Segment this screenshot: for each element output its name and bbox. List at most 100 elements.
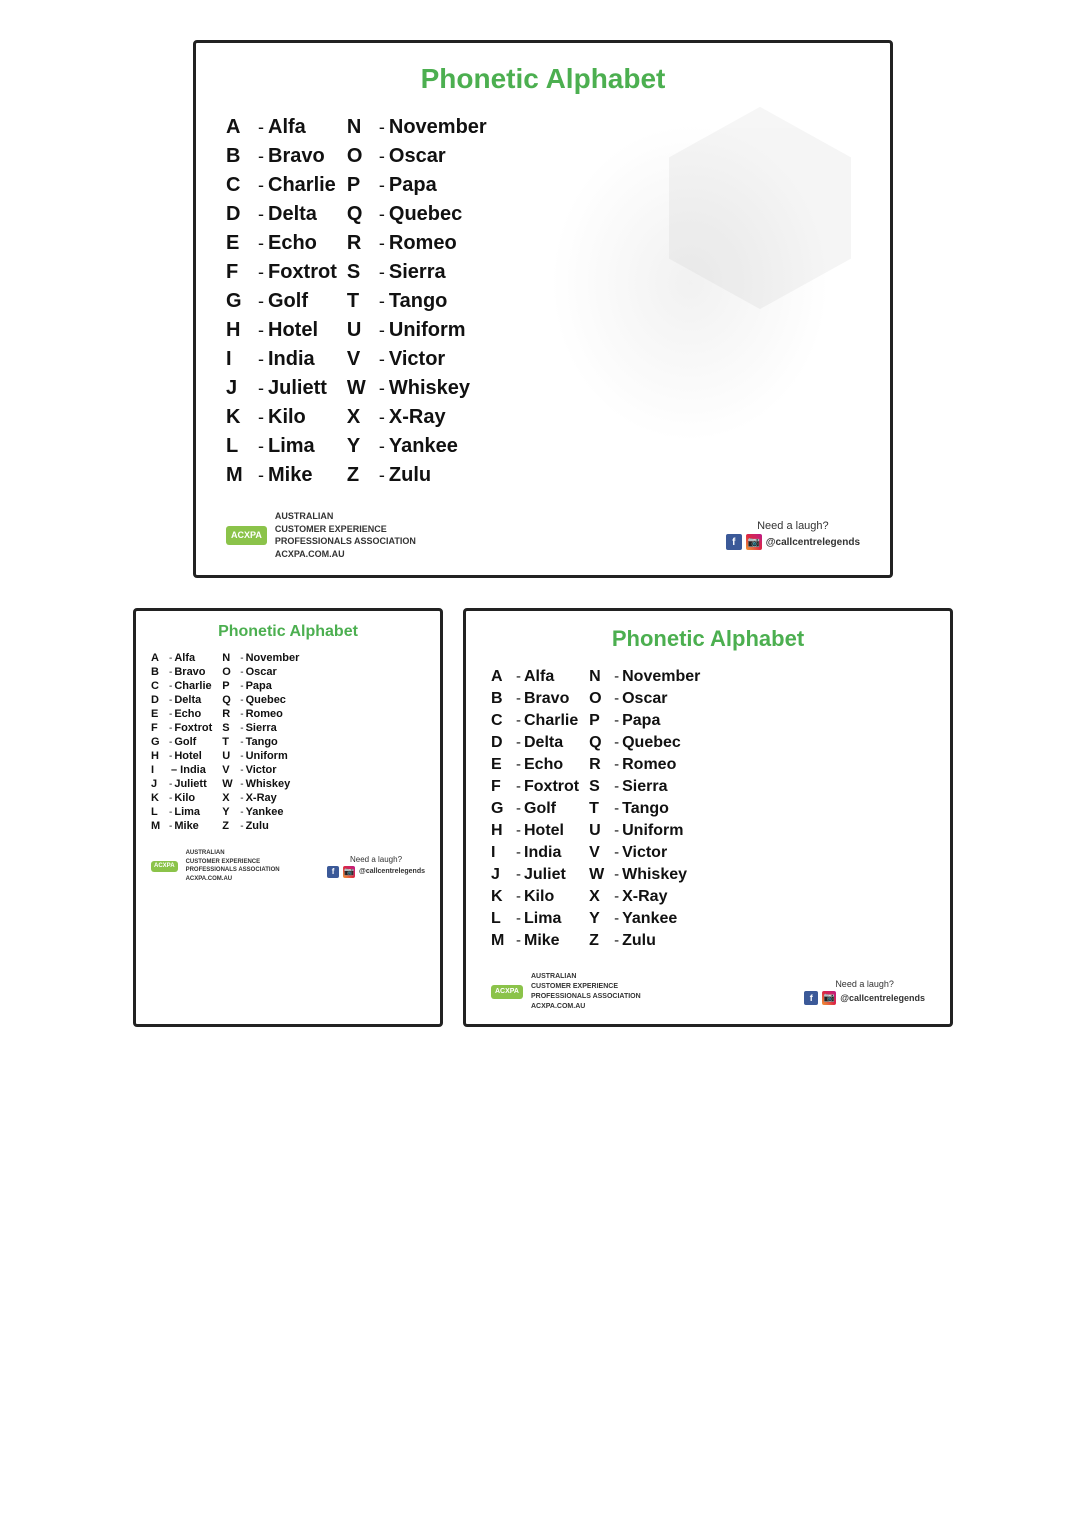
alpha-dash: -	[240, 695, 243, 706]
alpha-word: X-Ray	[622, 888, 667, 906]
social-section: Need a laugh? f 📷 @callcentrelegends	[726, 520, 860, 550]
alpha-dash: -	[169, 723, 172, 734]
alpha-dash: -	[169, 653, 172, 664]
list-item: D - Delta	[226, 200, 337, 229]
list-item: B - Bravo	[491, 688, 579, 710]
list-item: Z - Zulu	[347, 461, 487, 490]
alpha-letter: A	[491, 668, 513, 686]
list-item: I– India	[151, 763, 212, 777]
alpha-word: Lima	[524, 910, 561, 928]
alpha-dash: -	[379, 233, 385, 254]
alpha-letter: R	[589, 756, 611, 774]
alpha-word: November	[246, 652, 300, 664]
list-item: N - November	[347, 113, 487, 142]
alpha-word: Alfa	[174, 652, 195, 664]
alpha-dash: -	[258, 233, 264, 254]
alpha-dash: -	[516, 756, 521, 773]
alpha-word: Victor	[246, 764, 277, 776]
alpha-letter: B	[491, 690, 513, 708]
alpha-letter: C	[151, 680, 167, 692]
small-social-handle: @callcentrelegends	[359, 868, 425, 875]
small-card-footer: ACXPA AUSTRALIANCUSTOMER EXPERIENCEPROFE…	[151, 841, 425, 883]
alpha-letter: T	[347, 290, 375, 313]
alpha-letter: O	[347, 145, 375, 168]
list-item: B - Bravo	[151, 665, 212, 679]
alpha-dash: -	[379, 378, 385, 399]
alpha-dash: -	[516, 734, 521, 751]
alpha-letter: U	[589, 822, 611, 840]
alpha-word: India	[268, 348, 315, 371]
alpha-dash: -	[379, 204, 385, 225]
alpha-letter: D	[226, 203, 254, 226]
alpha-letter: M	[151, 820, 167, 832]
list-item: C - Charlie	[151, 679, 212, 693]
list-item: L - Lima	[226, 432, 337, 461]
alpha-word: Zulu	[622, 932, 656, 950]
medium-card-footer: ACXPA AUSTRALIANCUSTOMER EXPERIENCEPROFE…	[491, 964, 925, 1011]
alpha-dash: -	[516, 668, 521, 685]
alpha-letter: J	[491, 866, 513, 884]
alpha-word: Hotel	[524, 822, 564, 840]
bottom-row: Phonetic Alphabet A - AlfaB - BravoC - C…	[20, 608, 1066, 1026]
list-item: I - India	[226, 345, 337, 374]
alpha-dash: -	[379, 465, 385, 486]
alpha-word: Mike	[268, 464, 312, 487]
list-item: J - Juliet	[491, 864, 579, 886]
alpha-word: Echo	[174, 708, 201, 720]
alpha-dash: -	[516, 932, 521, 949]
alpha-letter: I	[151, 764, 167, 776]
list-item: C - Charlie	[491, 710, 579, 732]
alpha-letter: P	[347, 174, 375, 197]
list-item: U - Uniform	[347, 316, 487, 345]
social-icons: f 📷 @callcentrelegends	[726, 534, 860, 550]
alpha-dash: -	[379, 436, 385, 457]
large-phonetic-card: Phonetic Alphabet A - AlfaB - BravoC - C…	[193, 40, 893, 578]
medium-alphabet-grid: A - AlfaB - BravoC - CharlieD - DeltaE -…	[491, 666, 925, 952]
small-social-icons: f 📷 @callcentrelegends	[327, 866, 425, 878]
alpha-dash: -	[614, 668, 619, 685]
list-item: F - Foxtrot	[151, 721, 212, 735]
alpha-word: Oscar	[389, 145, 446, 168]
list-item: H - Hotel	[491, 820, 579, 842]
list-item: F - Foxtrot	[226, 258, 337, 287]
alpha-word: Tango	[246, 736, 278, 748]
list-item: J - Juliett	[151, 777, 212, 791]
alpha-dash: -	[258, 262, 264, 283]
alpha-letter: E	[226, 232, 254, 255]
alpha-letter: F	[491, 778, 513, 796]
list-item: V - Victor	[347, 345, 487, 374]
alpha-letter: C	[491, 712, 513, 730]
alpha-letter: P	[222, 680, 238, 692]
list-item: S - Sierra	[347, 258, 487, 287]
alpha-dash: -	[516, 822, 521, 839]
list-item: O - Oscar	[347, 142, 487, 171]
alpha-dash: -	[169, 709, 172, 720]
medium-instagram-icon: 📷	[822, 991, 836, 1005]
alpha-word: Kilo	[524, 888, 554, 906]
alpha-letter: O	[589, 690, 611, 708]
alpha-word: Delta	[268, 203, 317, 226]
alpha-dash: -	[614, 910, 619, 927]
alpha-dash: -	[516, 712, 521, 729]
alpha-dash: -	[240, 821, 243, 832]
list-item: V - Victor	[222, 763, 299, 777]
small-org-text: AUSTRALIANCUSTOMER EXPERIENCEPROFESSIONA…	[186, 849, 280, 883]
list-item: V - Victor	[589, 842, 700, 864]
small-social-prompt: Need a laugh?	[327, 855, 425, 864]
alpha-word: Charlie	[524, 712, 578, 730]
list-item: M - Mike	[226, 461, 337, 490]
alpha-letter: B	[226, 145, 254, 168]
list-item: Q - Quebec	[347, 200, 487, 229]
alpha-letter: X	[589, 888, 611, 906]
alpha-letter: D	[151, 694, 167, 706]
alpha-letter: L	[226, 435, 254, 458]
alpha-letter: K	[491, 888, 513, 906]
list-item: R - Romeo	[347, 229, 487, 258]
small-phonetic-card: Phonetic Alphabet A - AlfaB - BravoC - C…	[133, 608, 443, 1026]
alpha-letter: V	[347, 348, 375, 371]
alpha-word: Charlie	[268, 174, 336, 197]
list-item: N - November	[589, 666, 700, 688]
alpha-word: Foxtrot	[174, 722, 212, 734]
medium-social-prompt: Need a laugh?	[804, 979, 925, 989]
list-item: N - November	[222, 651, 299, 665]
